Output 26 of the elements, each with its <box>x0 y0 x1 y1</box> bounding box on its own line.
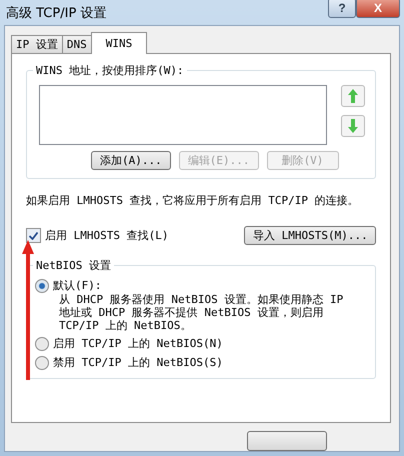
down-arrow-icon <box>348 119 358 133</box>
radio-label: 禁用 TCP/IP 上的 NetBIOS(S) <box>53 355 223 370</box>
ok-button[interactable] <box>247 431 327 451</box>
move-down-button[interactable] <box>341 115 365 137</box>
lmhosts-checkbox[interactable] <box>26 228 41 243</box>
radio-label: 启用 TCP/IP 上的 NetBIOS(N) <box>53 336 223 351</box>
checkbox-label: 启用 LMHOSTS 查找(L) <box>45 228 168 243</box>
radio-button[interactable] <box>35 356 49 370</box>
window-title: 高级 TCP/IP 设置 <box>6 4 108 22</box>
group-title: NetBIOS 设置 <box>33 258 114 273</box>
wins-button[interactable]: 添加(A)... <box>91 151 171 170</box>
radio-label: 默认(F): <box>53 278 102 293</box>
move-up-button[interactable] <box>341 85 365 107</box>
radio-button[interactable] <box>35 278 49 292</box>
import-lmhosts-button[interactable]: 导入 LMHOSTS(M)... <box>244 226 376 245</box>
tab[interactable]: IP 设置 <box>11 35 63 54</box>
up-arrow-icon <box>348 89 358 103</box>
group-title: WINS 地址，按使用排序(W): <box>33 63 187 78</box>
help-button[interactable]: ? <box>328 0 356 18</box>
lmhosts-note: 如果启用 LMHOSTS 查找，它将应用于所有启用 TCP/IP 的连接。 <box>26 193 360 208</box>
checkmark-icon <box>29 232 38 240</box>
wins-address-list[interactable] <box>39 85 327 145</box>
option-description: 从 DHCP 服务器使用 NetBIOS 设置。如果使用静态 IP 地址或 DHCP 服务器不提供 NetBIOS 设置，则启用 TCP/IP 上的 NetBIOS。 <box>59 293 344 332</box>
radio-button[interactable] <box>35 336 49 350</box>
tab[interactable]: DNS <box>62 35 92 54</box>
tab[interactable]: WINS <box>90 32 148 54</box>
